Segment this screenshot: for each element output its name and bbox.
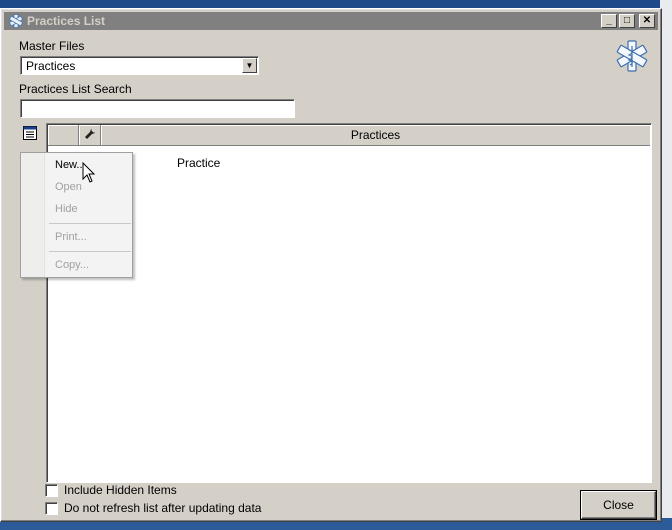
medical-star-icon [615, 39, 649, 73]
context-menu-gutter [21, 153, 45, 277]
no-refresh-label[interactable]: Do not refresh list after updating data [64, 501, 261, 515]
grid-row-practice[interactable]: Practice [177, 156, 220, 170]
context-menu: New... Open Hide Print... Copy... [20, 152, 133, 278]
close-button[interactable]: Close [581, 491, 656, 519]
menu-separator [49, 223, 131, 224]
master-files-selected: Practices [26, 59, 76, 73]
list-menu-icon[interactable] [20, 123, 40, 143]
mouse-cursor-icon [82, 161, 96, 184]
search-input[interactable] [20, 99, 295, 118]
menu-item-open[interactable]: Open [55, 181, 82, 193]
maximize-button[interactable]: □ [619, 14, 635, 28]
minimize-button[interactable]: _ [601, 14, 617, 28]
grid-header-practices[interactable]: Practices [101, 125, 650, 145]
menu-item-new[interactable]: New... [55, 159, 86, 171]
medical-star-icon [8, 13, 24, 29]
search-label: Practices List Search [19, 82, 132, 96]
grid-header-select-column[interactable] [48, 125, 79, 145]
menu-item-hide[interactable]: Hide [55, 203, 78, 215]
include-hidden-label[interactable]: Include Hidden Items [64, 483, 177, 497]
menu-item-print[interactable]: Print... [55, 231, 87, 243]
include-hidden-checkbox[interactable] [45, 484, 58, 497]
grid-header-filter-column[interactable] [79, 125, 101, 145]
practices-list-window: Practices List _ □ ✕ Master Files Practi… [0, 8, 662, 522]
close-window-button[interactable]: ✕ [639, 14, 655, 28]
no-refresh-checkbox[interactable] [45, 502, 58, 515]
flashlight-icon[interactable] [84, 128, 96, 143]
grid-header: Practices [48, 125, 650, 146]
master-files-label: Master Files [19, 39, 85, 53]
menu-separator [49, 251, 131, 252]
practices-grid[interactable]: Practices Practice [46, 123, 652, 483]
master-files-dropdown[interactable]: Practices ▼ [20, 56, 259, 75]
title-bar[interactable]: Practices List _ □ ✕ [4, 12, 658, 30]
chevron-down-icon[interactable]: ▼ [242, 58, 257, 73]
menu-item-copy[interactable]: Copy... [55, 259, 89, 271]
window-title: Practices List [27, 14, 106, 28]
